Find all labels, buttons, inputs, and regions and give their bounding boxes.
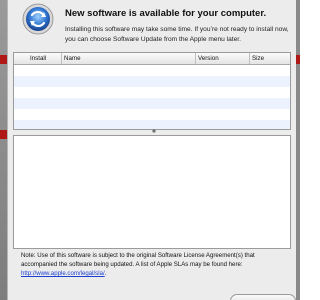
license-note-text: Note: Use of this software is subject to… <box>21 252 255 268</box>
software-update-icon <box>22 3 54 35</box>
table-row[interactable] <box>14 87 290 98</box>
update-description-pane[interactable] <box>13 135 291 249</box>
table-row[interactable] <box>14 76 290 87</box>
table-header: Install Name Version Size <box>14 53 290 65</box>
column-header-version[interactable]: Version <box>196 53 250 64</box>
column-header-install[interactable]: Install <box>14 53 62 64</box>
table-row[interactable] <box>14 109 290 120</box>
license-note-suffix: . <box>104 270 107 277</box>
apple-sla-link[interactable]: http://www.apple.com/legal/sla/ <box>21 270 105 277</box>
updates-table[interactable]: Install Name Version Size <box>13 52 291 130</box>
table-body <box>14 65 290 129</box>
screen: New software is available for your compu… <box>0 0 300 300</box>
table-row[interactable] <box>14 65 290 76</box>
column-header-name[interactable]: Name <box>62 53 196 64</box>
software-update-dialog: New software is available for your compu… <box>7 0 296 300</box>
background-red-strip <box>0 55 7 64</box>
column-header-size[interactable]: Size <box>250 53 290 64</box>
background-window-edge-left <box>0 0 7 300</box>
install-button[interactable] <box>230 294 296 300</box>
dialog-title: New software is available for your compu… <box>65 8 267 19</box>
table-row[interactable] <box>14 98 290 109</box>
dialog-subtitle: Installing this software may take some t… <box>65 26 289 43</box>
background-red-strip-lower <box>0 130 7 139</box>
split-view-handle-icon[interactable] <box>151 128 157 134</box>
license-note: Note: Use of this software is subject to… <box>21 251 291 278</box>
